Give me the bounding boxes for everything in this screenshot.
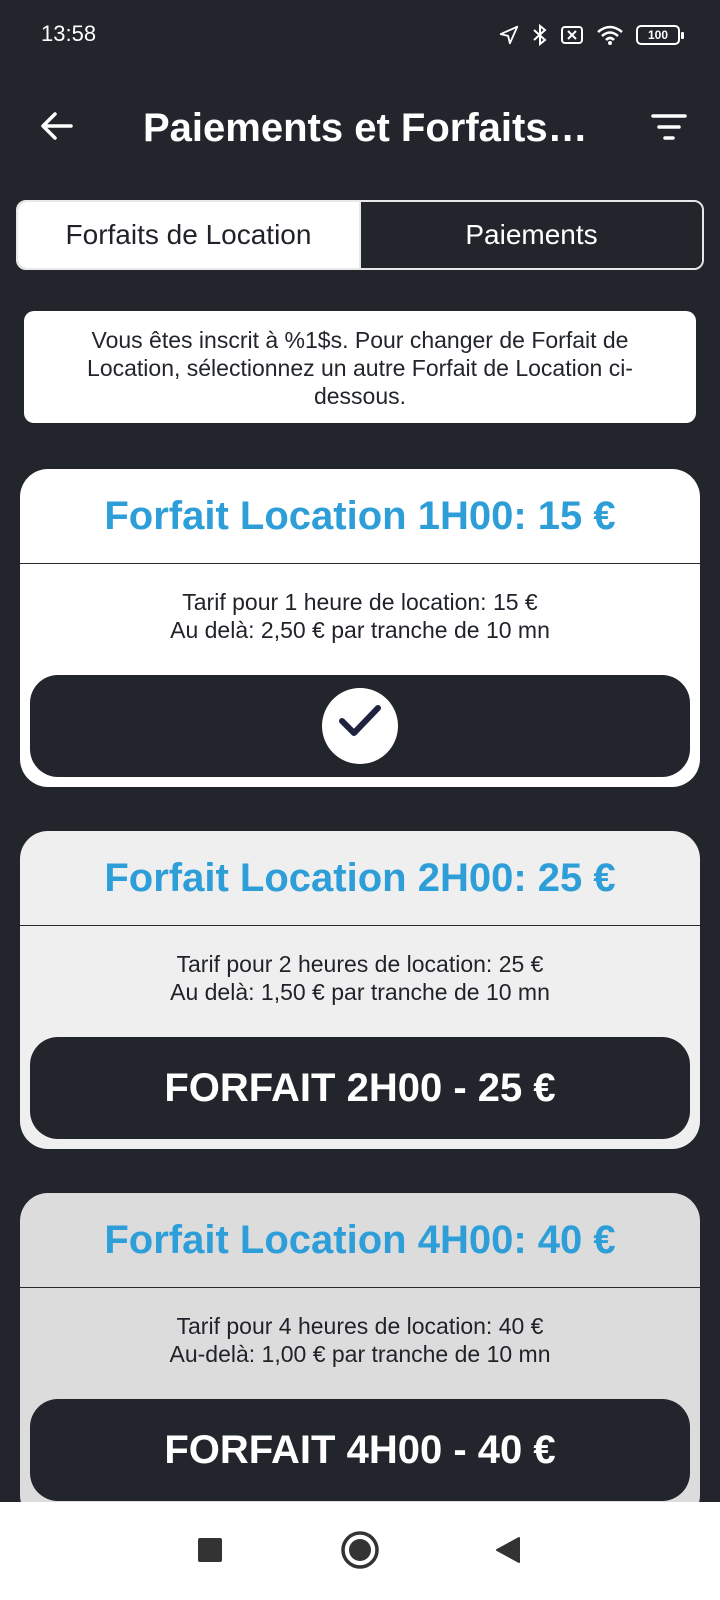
plan-rate-line: Tarif pour 1 heure de location: 15 € <box>182 589 538 615</box>
page-title: Paiements et Forfaits L... <box>143 106 593 150</box>
recents-button[interactable] <box>180 1522 240 1582</box>
segmented-tabs: Forfaits de Location Paiements <box>16 200 704 270</box>
plan-card: Forfait Location 2H00: 25 € Tarif pour 2… <box>20 831 700 1149</box>
home-button[interactable] <box>330 1522 390 1582</box>
plan-title: Forfait Location 4H00: 40 € <box>20 1193 700 1288</box>
tab-paiements[interactable]: Paiements <box>359 202 702 268</box>
plan-select-button[interactable]: FORFAIT 4H00 - 40 € <box>30 1399 690 1501</box>
system-back-button[interactable] <box>478 1522 538 1582</box>
plan-description: Tarif pour 1 heure de location: 15 € Au … <box>20 564 700 644</box>
plan-title: Forfait Location 2H00: 25 € <box>20 831 700 926</box>
plan-extra-line: Au delà: 2,50 € par tranche de 10 mn <box>170 617 550 643</box>
plan-extra-line: Au-delà: 1,00 € par tranche de 10 mn <box>169 1341 551 1367</box>
plan-extra-line: Au delà: 1,50 € par tranche de 10 mn <box>170 979 550 1005</box>
status-icons: 100 <box>498 22 684 48</box>
plan-description: Tarif pour 2 heures de location: 25 € Au… <box>20 926 700 1006</box>
plan-rate-line: Tarif pour 2 heures de location: 25 € <box>176 951 544 977</box>
info-message: Vous êtes inscrit à %1$s. Pour changer d… <box>24 311 696 423</box>
selected-check-badge <box>322 688 398 764</box>
app-bar: Paiements et Forfaits L... <box>0 70 720 182</box>
tab-forfaits-de-location[interactable]: Forfaits de Location <box>18 202 359 268</box>
system-nav-bar <box>0 1502 720 1600</box>
back-button[interactable] <box>30 102 82 154</box>
plan-rate-line: Tarif pour 4 heures de location: 40 € <box>176 1313 544 1339</box>
recents-square-icon <box>197 1537 223 1568</box>
checkmark-icon <box>338 703 382 749</box>
home-circle-icon <box>340 1530 380 1575</box>
status-time: 13:58 <box>41 21 97 46</box>
plan-description: Tarif pour 4 heures de location: 40 € Au… <box>20 1288 700 1368</box>
bluetooth-icon <box>532 23 548 47</box>
back-triangle-icon <box>495 1536 521 1569</box>
location-arrow-icon <box>498 24 520 46</box>
plan-select-button[interactable] <box>30 675 690 777</box>
filter-button[interactable] <box>644 104 694 154</box>
plan-title: Forfait Location 1H00: 15 € <box>20 469 700 564</box>
sim-x-icon <box>560 24 584 46</box>
wifi-icon <box>596 24 624 46</box>
filter-lines-icon <box>651 113 687 146</box>
plan-card: Forfait Location 4H00: 40 € Tarif pour 4… <box>20 1193 700 1523</box>
status-bar: 13:58 100 <box>0 0 720 70</box>
plan-card: Forfait Location 1H00: 15 € Tarif pour 1… <box>20 469 700 787</box>
arrow-left-icon <box>39 111 73 146</box>
plan-select-button[interactable]: FORFAIT 2H00 - 25 € <box>30 1037 690 1139</box>
battery-icon: 100 <box>636 25 684 45</box>
